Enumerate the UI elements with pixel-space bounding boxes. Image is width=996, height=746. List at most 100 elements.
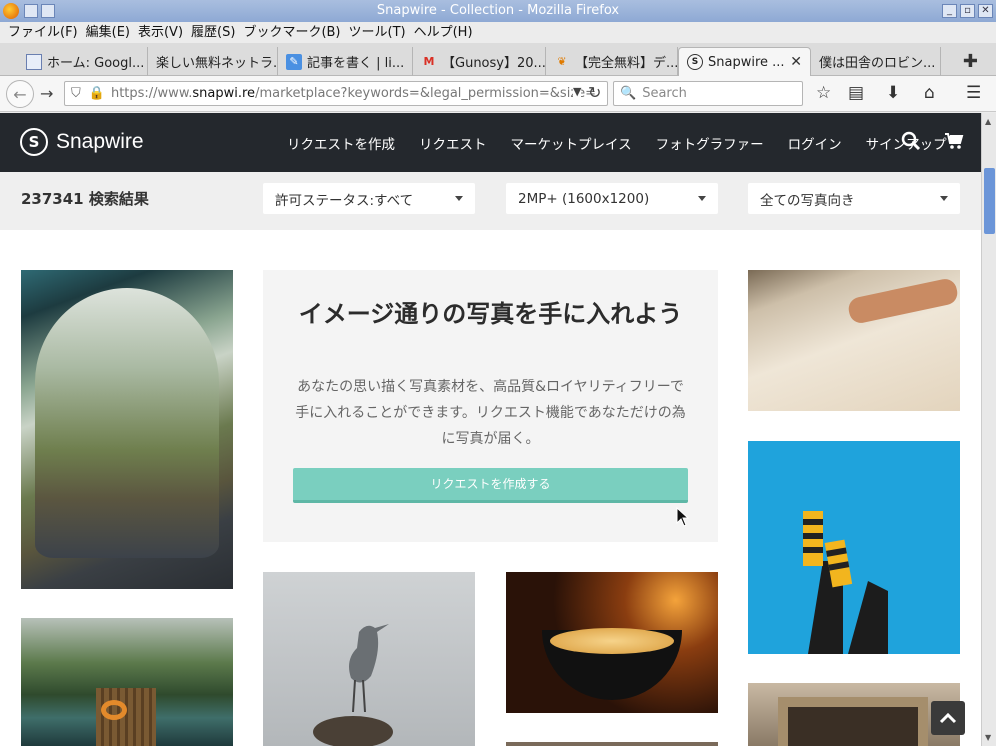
snapwire-logo-icon: S	[20, 128, 48, 156]
close-window-button[interactable]: ✕	[978, 4, 993, 18]
promo-title: イメージ通りの写真を手に入れよう	[298, 300, 683, 328]
noodles	[550, 628, 674, 654]
size-value: 2MP+ (1600x1200)	[518, 190, 650, 207]
reload-icon[interactable]: ↻	[588, 83, 601, 102]
new-tab-icon[interactable]: ✚	[963, 51, 978, 72]
wooden-frame	[778, 697, 928, 746]
create-request-button[interactable]: リクエストを作成する	[293, 468, 688, 503]
back-to-top-button[interactable]	[931, 701, 965, 735]
tab-snapwire[interactable]: S Snapwire ... ✕	[678, 47, 811, 76]
home-icon[interactable]: ⌂	[924, 83, 935, 103]
menu-edit[interactable]: 編集(E)	[82, 22, 134, 43]
search-icon: 🔍	[620, 86, 637, 101]
site-nav: リクエストを作成 リクエスト マーケットプレイス フォトグラファー ログイン サ…	[287, 113, 947, 172]
window-title: Snapwire - Collection - Mozilla Firefox	[376, 3, 620, 18]
snapwire-logo[interactable]: S Snapwire	[20, 128, 144, 156]
url-dropdown-icon[interactable]: ▼	[573, 85, 582, 98]
photo-noodle-bowl[interactable]	[506, 572, 718, 713]
snapwire-icon: S	[687, 54, 703, 70]
maximize-button[interactable]: ▫	[960, 4, 975, 18]
tab-label: 僕は田舎のロビン...	[819, 56, 936, 71]
search-icon[interactable]	[901, 131, 921, 156]
orientation-value: 全ての写真向き	[760, 192, 855, 209]
permission-select[interactable]: 許可ステータス:すべて	[263, 183, 475, 214]
download-icon[interactable]: ⬇	[886, 83, 900, 103]
tab-1[interactable]: ホーム: Googl...	[18, 47, 148, 76]
window-titlebar: Snapwire - Collection - Mozilla Firefox …	[0, 0, 996, 22]
arm	[846, 276, 960, 326]
promo-body: あなたの思い描く写真素材を、高品質&ロイヤリティフリーで手に入れることができます…	[295, 379, 686, 447]
chevron-up-icon	[939, 712, 957, 724]
hamburger-menu-icon[interactable]: ☰	[966, 83, 981, 103]
tab-label: 記事を書く | li...	[307, 56, 405, 71]
search-input[interactable]: 🔍 Search	[613, 81, 803, 106]
nav-login[interactable]: ログイン	[788, 133, 842, 153]
gmail-icon: M	[423, 55, 435, 68]
page-content: S Snapwire リクエストを作成 リクエスト マーケットプレイス フォトグ…	[0, 113, 981, 746]
nav-marketplace[interactable]: マーケットプレイス	[511, 133, 632, 153]
photo-sand-hands[interactable]	[748, 270, 960, 411]
chevron-down-icon	[698, 196, 706, 201]
page-scrollbar[interactable]: ▲ ▼	[981, 113, 996, 746]
request-promo-card: イメージ通りの写真を手に入れよう あなたの思い描く写真素材を、高品質&ロイヤリテ…	[263, 270, 718, 542]
nav-photographers[interactable]: フォトグラファー	[656, 133, 764, 153]
filter-bar: 237341 検索結果 許可ステータス:すべて 2MP+ (1600x1200)…	[0, 172, 981, 230]
tab-label: 【完全無料】デ...	[575, 56, 678, 71]
scroll-down-icon[interactable]: ▼	[985, 733, 991, 742]
back-button[interactable]: ←	[6, 80, 34, 108]
tab-3[interactable]: ✎ 記事を書く | li...	[278, 47, 413, 76]
size-select[interactable]: 2MP+ (1600x1200)	[506, 183, 718, 214]
url-rest: /marketplace?keywords=&legal_permission=…	[255, 86, 597, 101]
chevron-down-icon	[455, 196, 463, 201]
bookmark-star-icon[interactable]: ☆	[816, 83, 831, 103]
navigation-bar: ← → ⛉ 🔒 https://www. snapwi.re/marketplac…	[0, 76, 996, 112]
nav-requests[interactable]: リクエスト	[419, 133, 487, 153]
shield-icon: ⛉	[71, 86, 81, 101]
forward-button[interactable]: →	[40, 84, 53, 103]
scroll-up-icon[interactable]: ▲	[985, 117, 991, 126]
scrollbar-thumb[interactable]	[984, 168, 995, 234]
tab-5[interactable]: ❦ 【完全無料】デ...	[546, 47, 678, 76]
tab-label: Snapwire ...	[708, 54, 785, 70]
cart-icon[interactable]	[944, 131, 964, 156]
back-arrow-icon: ←	[13, 84, 27, 104]
menu-bookmarks[interactable]: ブックマーク(B)	[239, 22, 344, 43]
photo-river-raft[interactable]	[21, 618, 233, 746]
lock-icon: 🔒	[88, 86, 105, 101]
chevron-down-icon	[940, 196, 948, 201]
menu-bar: ファイル(F) 編集(E) 表示(V) 履歴(S) ブックマーク(B) ツール(…	[0, 22, 996, 43]
tab-7[interactable]: 僕は田舎のロビン...	[811, 47, 941, 76]
search-placeholder: Search	[642, 86, 687, 101]
life-ring	[101, 700, 127, 720]
menu-tools[interactable]: ツール(T)	[345, 22, 410, 43]
url-prefix: https://www.	[110, 86, 193, 101]
tab-label: ホーム: Googl...	[47, 56, 145, 71]
window-menu-icon[interactable]	[24, 4, 38, 18]
close-tab-icon[interactable]: ✕	[790, 54, 802, 70]
socks-illustration	[803, 511, 888, 654]
permission-value: 許可ステータス:すべて	[275, 192, 414, 209]
photo-heron[interactable]	[263, 572, 475, 746]
menu-history[interactable]: 履歴(S)	[187, 22, 239, 43]
photo-tent-forest[interactable]	[21, 270, 233, 589]
edit-icon: ✎	[286, 53, 302, 70]
tab-4[interactable]: M 【Gunosy】20...	[413, 47, 546, 76]
menu-file[interactable]: ファイル(F)	[4, 22, 82, 43]
url-bar[interactable]: ⛉ 🔒 https://www. snapwi.re/marketplace?ke…	[64, 81, 608, 106]
photo-partial[interactable]	[506, 742, 718, 746]
url-host: snapwi.re	[192, 86, 256, 101]
results-count: 237341 検索結果	[21, 190, 149, 208]
photo-striped-socks[interactable]	[748, 441, 960, 654]
brand-name: Snapwire	[56, 130, 144, 153]
window-grid-icon[interactable]	[41, 4, 55, 18]
nav-create-request[interactable]: リクエストを作成	[287, 133, 395, 153]
menu-help[interactable]: ヘルプ(H)	[410, 22, 477, 43]
orientation-select[interactable]: 全ての写真向き	[748, 183, 960, 214]
tab-2[interactable]: 楽しい無料ネットラ...	[148, 47, 278, 76]
menu-view[interactable]: 表示(V)	[134, 22, 187, 43]
tab-bar: ホーム: Googl... 楽しい無料ネットラ... ✎ 記事を書く | li.…	[0, 43, 996, 76]
tab-label: 楽しい無料ネットラ...	[156, 56, 278, 71]
photo-wooden-box[interactable]	[748, 683, 960, 746]
minimize-button[interactable]: _	[942, 4, 957, 18]
reading-list-icon[interactable]: ▤	[848, 83, 864, 103]
